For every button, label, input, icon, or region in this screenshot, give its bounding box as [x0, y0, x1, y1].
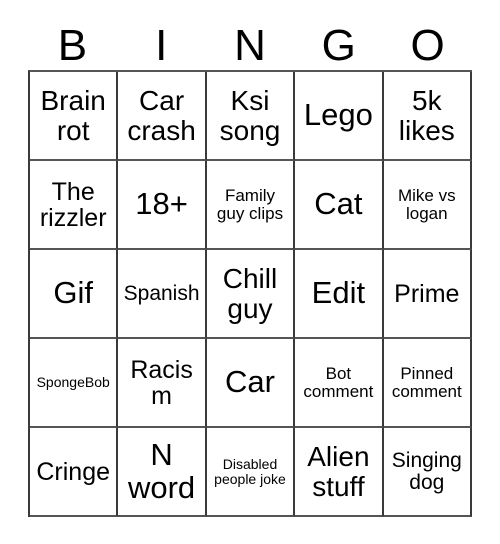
bingo-grid: Brain rot Car crash Ksi song Lego 5k likes Th… — [28, 70, 472, 517]
bingo-cell[interactable]: SpongeBob — [30, 339, 119, 428]
bingo-cell-label: 18+ — [135, 186, 188, 222]
bingo-cell[interactable]: Ksi song — [206, 72, 296, 161]
bingo-cell-label: Pinned comment — [391, 363, 462, 401]
bingo-cell-label: Edit — [311, 275, 366, 311]
bingo-cell-label: 5k likes — [398, 85, 455, 146]
bingo-cell[interactable]: Alien stuff — [295, 428, 384, 517]
bingo-cell-label: Disabled people joke — [214, 455, 286, 487]
bingo-cell-label: Cringe — [36, 457, 111, 486]
bingo-cell-label: Family guy clips — [216, 185, 284, 223]
bingo-cell[interactable]: 5k likes — [383, 72, 472, 161]
bingo-cell[interactable]: Edit — [295, 250, 384, 339]
bingo-cell-label: Lego — [303, 97, 373, 133]
bingo-cell[interactable]: Car crash — [118, 72, 207, 161]
bingo-cell-label: Gif — [53, 275, 93, 311]
bingo-cell[interactable]: Prime — [383, 250, 472, 339]
bingo-header-row: B I N G O — [28, 8, 472, 70]
bingo-cell-label: N word — [127, 437, 196, 505]
bingo-cell-label: Mike vs logan — [397, 185, 456, 223]
bingo-cell[interactable]: Disabled people joke — [206, 428, 296, 517]
bingo-cell[interactable]: Pinned comment — [383, 339, 472, 428]
bingo-cell[interactable]: 18+ — [118, 161, 207, 250]
bingo-cell[interactable]: The rizzler — [30, 161, 119, 250]
bingo-cell[interactable]: Singing dog — [383, 428, 472, 517]
bingo-cell[interactable]: Lego — [295, 72, 384, 161]
bingo-header-letter-o: O — [410, 21, 445, 70]
bingo-cell[interactable]: N word — [118, 428, 207, 517]
bingo-cell-label: Car crash — [127, 85, 196, 146]
bingo-cell-label: The rizzler — [39, 177, 107, 232]
bingo-cell[interactable]: Family guy clips — [206, 161, 296, 250]
bingo-card: B I N G O Brain rot Car crash Ksi song Lego… — [28, 8, 472, 517]
bingo-cell-label: Cat — [314, 186, 363, 222]
bingo-header-letter-i: I — [155, 21, 168, 70]
bingo-cell-label: SpongeBob — [36, 374, 110, 391]
bingo-cell-label: Prime — [394, 279, 460, 308]
bingo-header-letter-g: G — [321, 21, 356, 70]
bingo-cell[interactable]: Mike vs logan — [383, 161, 472, 250]
bingo-cell[interactable]: Chill guy — [206, 250, 296, 339]
bingo-cell-label: Alien stuff — [307, 441, 370, 502]
bingo-cell-label: Chill guy — [222, 263, 278, 324]
bingo-cell[interactable]: Spanish — [118, 250, 207, 339]
bingo-cell[interactable]: Brain rot — [30, 72, 119, 161]
bingo-cell-label: Singing dog — [391, 448, 462, 494]
bingo-header-letter-b: B — [57, 21, 88, 70]
bingo-cell[interactable]: Racism — [118, 339, 207, 428]
bingo-cell-label: Brain rot — [40, 85, 106, 146]
bingo-cell-label: Ksi song — [219, 85, 281, 146]
bingo-cell[interactable]: Cringe — [30, 428, 119, 517]
bingo-cell-label: Bot comment — [303, 363, 374, 401]
bingo-cell[interactable]: Cat — [295, 161, 384, 250]
bingo-cell-label: Spanish — [123, 281, 200, 305]
bingo-cell-label: Car — [225, 364, 275, 400]
bingo-cell-label: Racism — [130, 355, 193, 410]
bingo-cell[interactable]: Gif — [30, 250, 119, 339]
bingo-cell[interactable]: Car — [206, 339, 296, 428]
bingo-header-letter-n: N — [234, 21, 266, 70]
bingo-cell[interactable]: Bot comment — [295, 339, 384, 428]
